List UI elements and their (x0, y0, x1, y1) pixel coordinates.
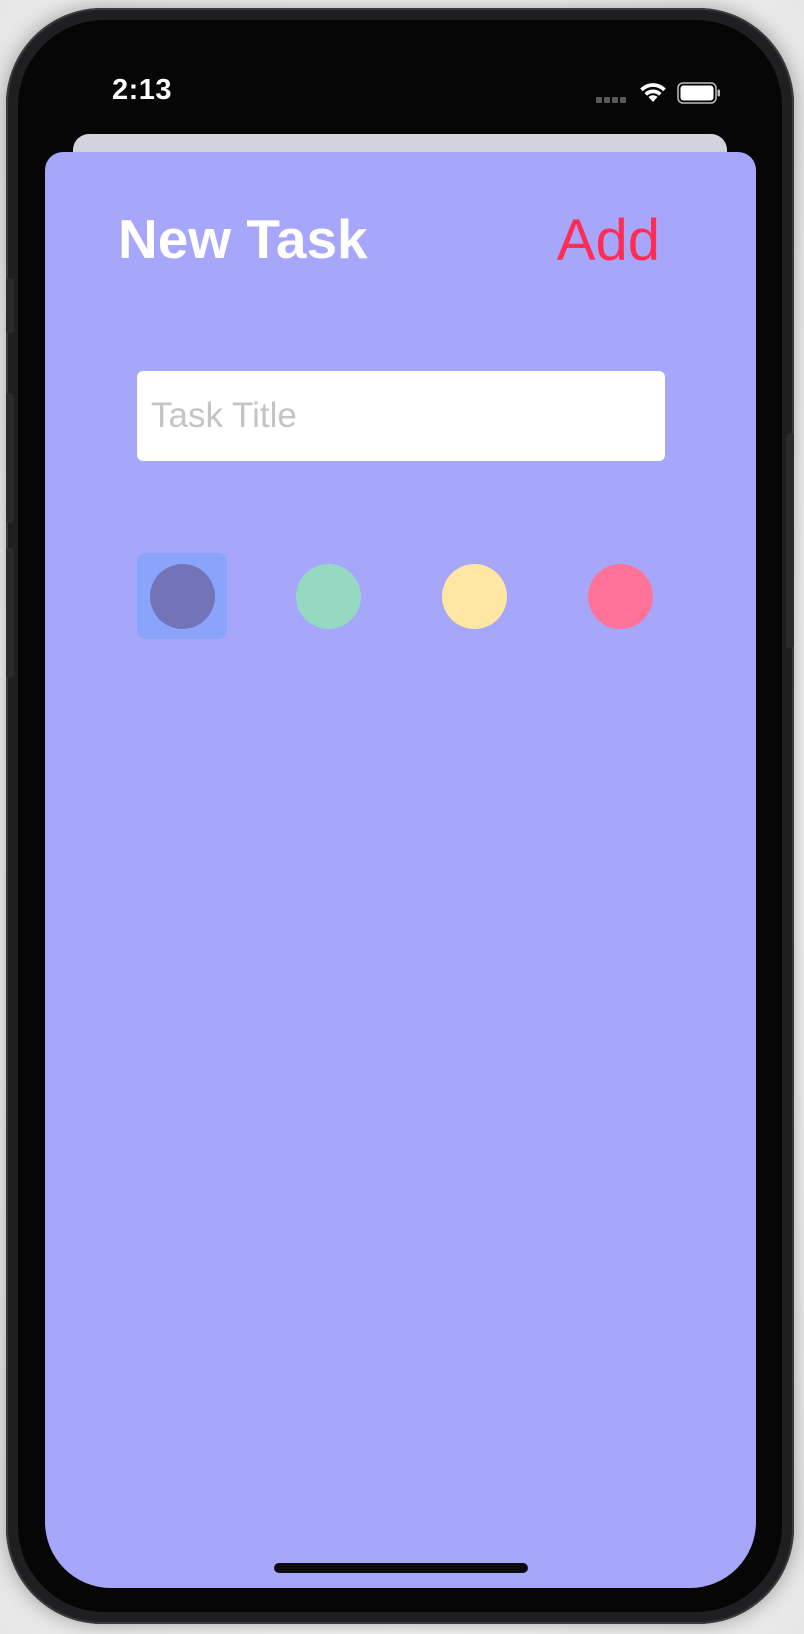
volume-down-button (6, 548, 14, 678)
color-option-yellow[interactable] (429, 553, 519, 639)
device-stage: 2:13 New Task Add (0, 0, 804, 1634)
task-title-input[interactable] (137, 371, 665, 461)
wifi-icon (640, 83, 666, 102)
color-swatch (296, 564, 361, 629)
home-indicator[interactable] (274, 1563, 528, 1573)
new-task-sheet: New Task Add (45, 152, 756, 1588)
battery-icon (677, 82, 720, 104)
color-picker (137, 553, 665, 639)
page-title: New Task (118, 208, 368, 270)
color-option-green[interactable] (283, 553, 373, 639)
color-option-pink[interactable] (575, 553, 665, 639)
power-button (786, 433, 794, 648)
mute-switch (6, 278, 14, 333)
add-button[interactable]: Add (557, 212, 660, 270)
color-swatch (442, 564, 507, 629)
color-option-purple[interactable] (137, 553, 227, 639)
color-swatch (150, 564, 215, 629)
cellular-dots-icon (596, 97, 630, 103)
color-swatch (588, 564, 653, 629)
volume-up-button (6, 393, 14, 523)
status-time: 2:13 (112, 74, 173, 106)
